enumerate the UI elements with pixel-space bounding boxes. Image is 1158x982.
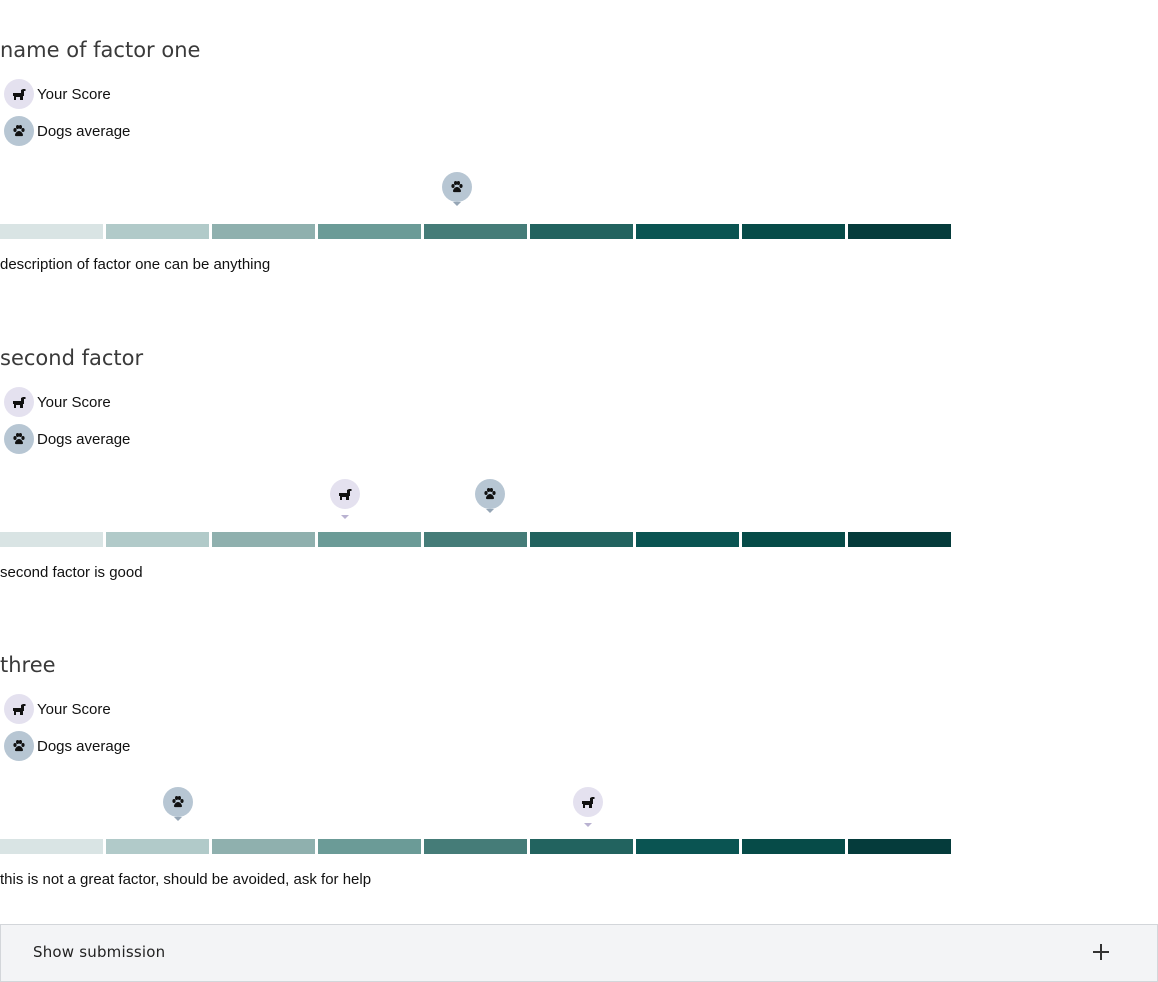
scale-segment <box>318 839 421 854</box>
scale-segment <box>636 839 739 854</box>
factor-title: three <box>0 653 56 677</box>
plus-icon[interactable] <box>1092 943 1110 961</box>
scale-segment <box>212 224 315 239</box>
scale-segment <box>848 532 951 547</box>
scale-segment <box>0 532 103 547</box>
scale-segment <box>742 532 845 547</box>
scale-segment <box>212 839 315 854</box>
legend-score-label: Your Score <box>37 85 111 103</box>
scale-segment <box>742 839 845 854</box>
factor-description: second factor is good <box>0 564 143 581</box>
legend-average-label: Dogs average <box>37 430 131 448</box>
scale-segment <box>530 532 633 547</box>
your-score-marker <box>330 479 361 521</box>
legend-average-label: Dogs average <box>37 122 131 140</box>
scale-segment <box>424 224 527 239</box>
scale-segment <box>848 839 951 854</box>
marker-caret <box>583 823 592 827</box>
scale-segment <box>212 532 315 547</box>
scale-segment <box>636 224 739 239</box>
dog-icon <box>4 387 34 417</box>
score-scale <box>0 532 952 547</box>
legend-dogs-average: Dogs average <box>4 731 130 761</box>
marker-caret <box>452 202 461 206</box>
legend-score-label: Your Score <box>37 393 111 411</box>
your-score-marker <box>572 787 603 829</box>
scale-segment <box>106 839 209 854</box>
dog-icon <box>572 787 603 817</box>
scale-segment <box>318 532 421 547</box>
show-submission-label: Show submission <box>33 943 166 961</box>
factor-description: description of factor one can be anythin… <box>0 256 271 273</box>
average-marker <box>475 479 506 521</box>
dog-icon <box>4 79 34 109</box>
paw-icon <box>4 731 34 761</box>
paw-icon <box>4 424 34 454</box>
scale-segment <box>0 839 103 854</box>
legend-score-label: Your Score <box>37 700 111 718</box>
factor-title: second factor <box>0 346 144 370</box>
scale-segment <box>742 224 845 239</box>
marker-caret <box>486 509 495 513</box>
average-marker <box>441 172 472 214</box>
dog-icon <box>4 694 34 724</box>
factor-title: name of factor one <box>0 38 201 62</box>
dog-icon <box>330 479 361 509</box>
legend-average-label: Dogs average <box>37 737 131 755</box>
show-submission-toggle[interactable]: Show submission <box>0 924 1158 982</box>
scale-segment <box>848 224 951 239</box>
legend-dogs-average: Dogs average <box>4 424 130 454</box>
score-scale <box>0 839 952 854</box>
scale-segment <box>636 532 739 547</box>
scale-segment <box>424 839 527 854</box>
scale-segment <box>0 224 103 239</box>
legend-your-score: Your Score <box>4 79 111 109</box>
legend-your-score: Your Score <box>4 694 111 724</box>
average-marker <box>162 787 193 829</box>
legend-your-score: Your Score <box>4 387 111 417</box>
scale-segment <box>530 224 633 239</box>
paw-icon <box>475 479 506 509</box>
paw-icon <box>441 172 472 202</box>
paw-icon <box>4 116 34 146</box>
factor-description: this is not a great factor, should be av… <box>0 871 372 888</box>
scale-segment <box>424 532 527 547</box>
marker-caret <box>341 515 350 519</box>
scale-segment <box>106 224 209 239</box>
scale-segment <box>106 532 209 547</box>
score-scale <box>0 224 952 239</box>
paw-icon <box>162 787 193 817</box>
legend-dogs-average: Dogs average <box>4 116 130 146</box>
marker-caret <box>173 817 182 821</box>
scale-segment <box>530 839 633 854</box>
scale-segment <box>318 224 421 239</box>
